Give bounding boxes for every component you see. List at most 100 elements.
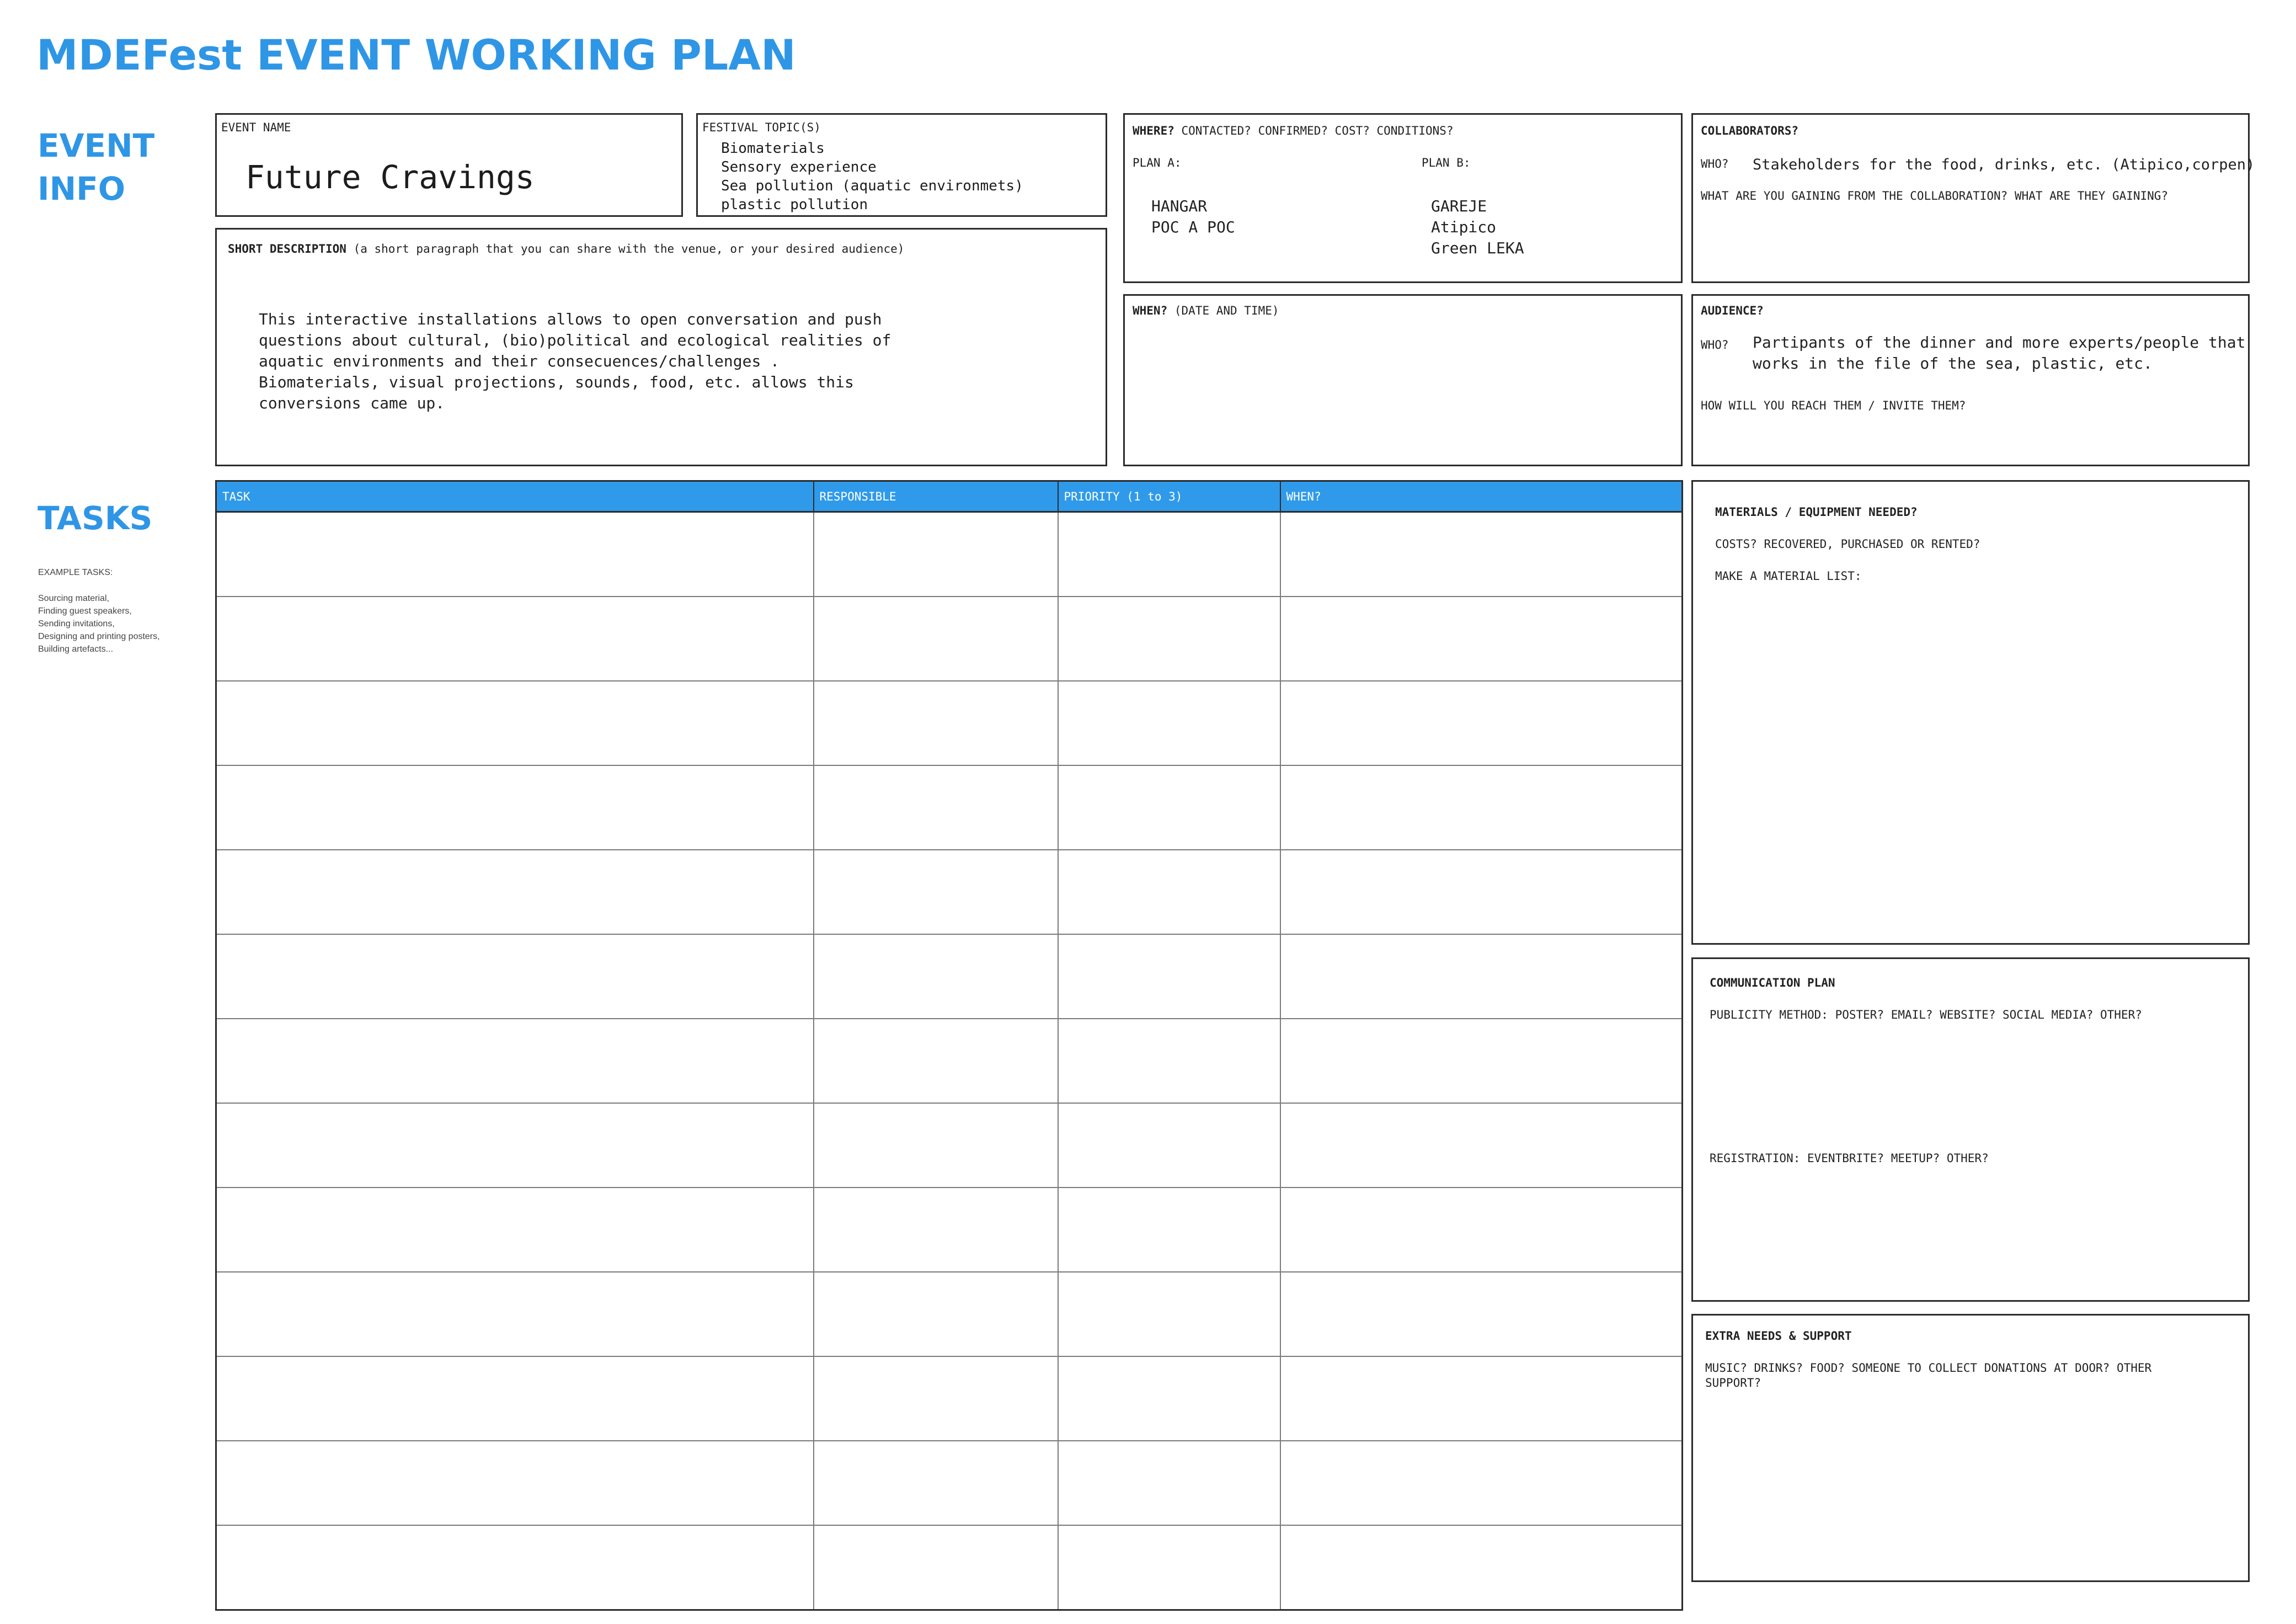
task-cell[interactable] <box>215 596 814 681</box>
responsible-cell[interactable] <box>813 596 1059 681</box>
short-description-hint: (a short paragraph that you can share wi… <box>353 242 905 255</box>
task-cell[interactable] <box>215 511 814 597</box>
example-tasks: EXAMPLE TASKS: Sourcing material, Findin… <box>38 566 160 656</box>
short-description-line: conversions came up. <box>259 394 445 412</box>
section-heading-event-info: EVENT INFO <box>38 124 154 210</box>
audience-box[interactable]: AUDIENCE? WHO? Partipants of the dinner … <box>1691 294 2250 466</box>
short-description-box[interactable]: SHORT DESCRIPTION (a short paragraph tha… <box>215 228 1107 466</box>
responsible-cell[interactable] <box>813 1018 1059 1104</box>
responsible-cell[interactable] <box>813 1271 1059 1357</box>
publicity-method-question: PUBLICITY METHOD: POSTER? EMAIL? WEBSITE… <box>1710 1008 2142 1021</box>
plan-a-item: HANGAR <box>1151 197 1208 215</box>
materials-label: MATERIALS / EQUIPMENT NEEDED? <box>1715 505 1918 519</box>
short-description-text[interactable]: This interactive installations allows to… <box>259 309 891 414</box>
priority-cell[interactable] <box>1057 849 1281 935</box>
priority-cell[interactable] <box>1057 934 1281 1019</box>
task-cell[interactable] <box>215 680 814 766</box>
when-cell[interactable] <box>1279 765 1683 850</box>
materials-costs-question: COSTS? RECOVERED, PURCHASED OR RENTED? <box>1715 537 1980 551</box>
materials-box[interactable]: MATERIALS / EQUIPMENT NEEDED? COSTS? REC… <box>1691 480 2250 945</box>
priority-cell[interactable] <box>1057 1187 1281 1272</box>
when-cell[interactable] <box>1279 1271 1683 1357</box>
when-cell[interactable] <box>1279 1356 1683 1441</box>
column-header-when: WHEN? <box>1279 480 1683 513</box>
extra-needs-line: SUPPORT? <box>1705 1376 1761 1389</box>
communication-plan-box[interactable]: COMMUNICATION PLAN PUBLICITY METHOD: POS… <box>1691 957 2250 1302</box>
table-row <box>215 1103 1683 1188</box>
task-cell[interactable] <box>215 1187 814 1272</box>
audience-who-label: WHO? <box>1701 338 1729 352</box>
responsible-cell[interactable] <box>813 934 1059 1019</box>
plan-b-item: Green LEKA <box>1431 239 1524 257</box>
task-cell[interactable] <box>215 1356 814 1441</box>
priority-cell[interactable] <box>1057 511 1281 597</box>
priority-cell[interactable] <box>1057 1440 1281 1526</box>
when-cell[interactable] <box>1279 1187 1683 1272</box>
extra-needs-line: MUSIC? DRINKS? FOOD? SOMEONE TO COLLECT … <box>1705 1361 2152 1375</box>
task-cell[interactable] <box>215 1018 814 1104</box>
priority-cell[interactable] <box>1057 1018 1281 1104</box>
priority-cell[interactable] <box>1057 1271 1281 1357</box>
responsible-cell[interactable] <box>813 1187 1059 1272</box>
when-cell[interactable] <box>1279 1525 1683 1611</box>
priority-cell[interactable] <box>1057 765 1281 850</box>
festival-topics-box[interactable]: FESTIVAL TOPIC(S) Biomaterials Sensory e… <box>696 113 1107 217</box>
responsible-cell[interactable] <box>813 1356 1059 1441</box>
communication-plan-label: COMMUNICATION PLAN <box>1710 976 1835 989</box>
task-cell[interactable] <box>215 765 814 850</box>
responsible-cell[interactable] <box>813 849 1059 935</box>
column-header-task: TASK <box>215 480 814 513</box>
task-cell[interactable] <box>215 1440 814 1526</box>
event-name-value[interactable]: Future Cravings <box>245 158 535 196</box>
audience-who-value[interactable]: Partipants of the dinner and more expert… <box>1753 332 2245 374</box>
priority-cell[interactable] <box>1057 680 1281 766</box>
collaborators-box[interactable]: COLLABORATORS? WHO? Stakeholders for the… <box>1691 113 2255 283</box>
audience-question: HOW WILL YOU REACH THEM / INVITE THEM? <box>1701 399 1966 412</box>
tasks-table-header: TASK RESPONSIBLE PRIORITY (1 to 3) WHEN? <box>215 480 1683 513</box>
responsible-cell[interactable] <box>813 680 1059 766</box>
when-cell[interactable] <box>1279 1018 1683 1104</box>
responsible-cell[interactable] <box>813 1103 1059 1188</box>
audience-who-line: Partipants of the dinner and more expert… <box>1753 333 2246 352</box>
page-title: MDEFest EVENT WORKING PLAN <box>36 30 796 79</box>
responsible-cell[interactable] <box>813 1440 1059 1526</box>
plan-a-list: HANGAR POC A POC <box>1151 196 1235 238</box>
collaborators-who-value[interactable]: Stakeholders for the food, drinks, etc. … <box>1753 155 2255 175</box>
short-description-line: aquatic environments and their consecuen… <box>259 352 780 370</box>
task-cell[interactable] <box>215 849 814 935</box>
priority-cell[interactable] <box>1057 1525 1281 1611</box>
when-box[interactable]: WHEN? (DATE AND TIME) <box>1123 294 1683 466</box>
when-cell[interactable] <box>1279 849 1683 935</box>
when-cell[interactable] <box>1279 511 1683 597</box>
where-box[interactable]: WHERE? CONTACTED? CONFIRMED? COST? CONDI… <box>1123 113 1683 283</box>
priority-cell[interactable] <box>1057 1356 1281 1441</box>
example-task-item: Sending invitations, <box>38 619 115 629</box>
responsible-cell[interactable] <box>813 1525 1059 1611</box>
when-cell[interactable] <box>1279 934 1683 1019</box>
event-name-box[interactable]: EVENT NAME Future Cravings <box>215 113 683 217</box>
task-cell[interactable] <box>215 1525 814 1611</box>
plan-a-item: POC A POC <box>1151 218 1235 236</box>
when-label: WHEN? <box>1133 304 1168 317</box>
tasks-table: TASK RESPONSIBLE PRIORITY (1 to 3) WHEN? <box>215 480 1683 1611</box>
responsible-cell[interactable] <box>813 511 1059 597</box>
responsible-cell[interactable] <box>813 765 1059 850</box>
festival-topics-list: Biomaterials Sensory experience Sea poll… <box>721 139 1023 214</box>
plan-b-item: Atipico <box>1431 218 1497 236</box>
task-cell[interactable] <box>215 934 814 1019</box>
when-hint: (DATE AND TIME) <box>1174 304 1279 317</box>
short-description-label: SHORT DESCRIPTION <box>228 242 346 255</box>
priority-cell[interactable] <box>1057 596 1281 681</box>
when-cell[interactable] <box>1279 1103 1683 1188</box>
section-heading-event-info-line2: INFO <box>38 170 126 207</box>
priority-cell[interactable] <box>1057 1103 1281 1188</box>
when-cell[interactable] <box>1279 1440 1683 1526</box>
extra-needs-box[interactable]: EXTRA NEEDS & SUPPORT MUSIC? DRINKS? FOO… <box>1691 1314 2250 1582</box>
festival-topic-item: Sea pollution (aquatic environmets) <box>721 178 1023 194</box>
when-cell[interactable] <box>1279 680 1683 766</box>
task-cell[interactable] <box>215 1103 814 1188</box>
when-cell[interactable] <box>1279 596 1683 681</box>
task-cell[interactable] <box>215 1271 814 1357</box>
where-label: WHERE? <box>1133 124 1174 137</box>
example-task-item: Building artefacts... <box>38 645 114 654</box>
